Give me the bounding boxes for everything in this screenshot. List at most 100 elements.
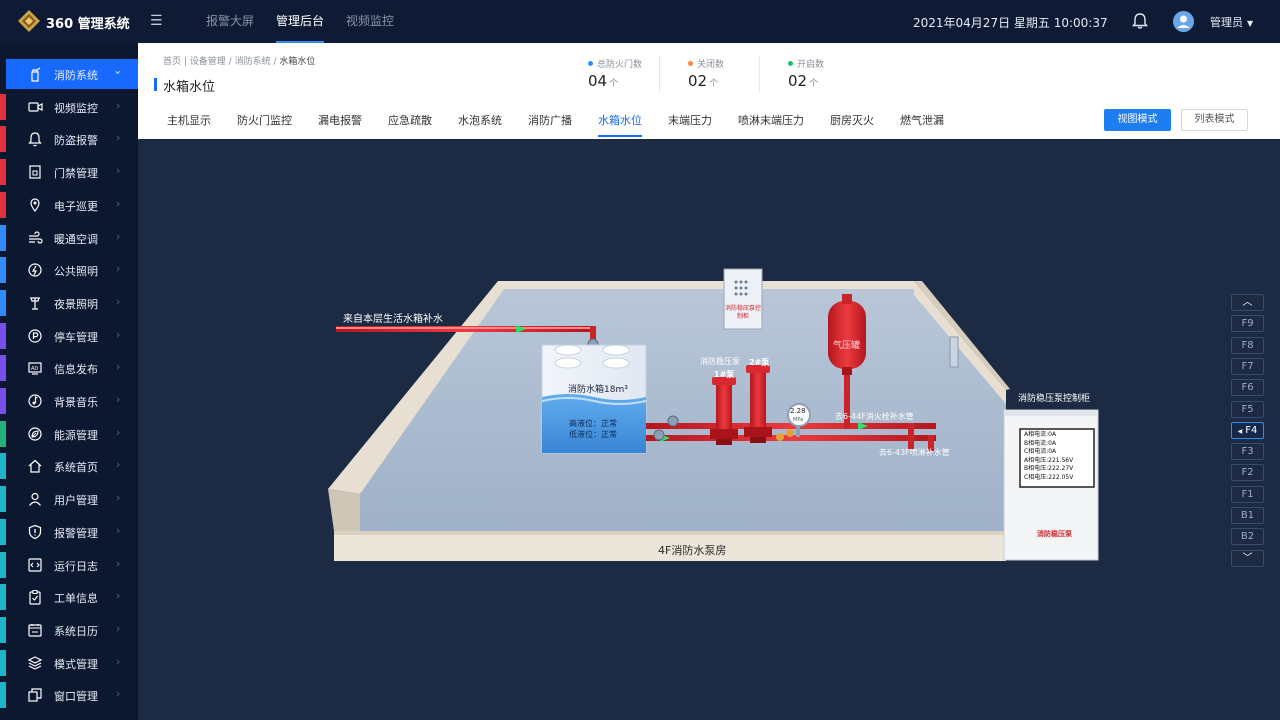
lamp-icon [30, 297, 40, 310]
cabinet-reading: B相电压:222.27V [1024, 465, 1074, 473]
chevron-right-icon: › [116, 131, 121, 145]
list-mode-button[interactable]: 列表模式 [1181, 109, 1248, 131]
tab-item[interactable]: 水箱水位 [585, 107, 655, 139]
chevron-right-icon: › [116, 164, 121, 178]
floor-button-f1[interactable]: F1 [1231, 485, 1264, 503]
floor-button-f2[interactable]: F2 [1231, 464, 1264, 482]
floor-button-f4[interactable]: ◀ F4 [1231, 421, 1264, 439]
chevron-right-icon: › [116, 523, 121, 537]
sidebar-item[interactable]: 工单信息 › [0, 582, 138, 612]
floor-button-f6[interactable]: F6 [1231, 379, 1264, 397]
sidebar-item[interactable]: 背景音乐 › [0, 386, 138, 416]
sidebar-item[interactable]: 防盗报警 › [0, 124, 138, 154]
datetime-display: 2021年04月27日 星期五 10:00:37 [913, 16, 1108, 30]
bell-icon[interactable] [1131, 12, 1149, 30]
door-lock-icon [29, 165, 41, 179]
bell-icon [28, 132, 42, 147]
top-bar: 360 管理系统 ☰ 报警大屏 管理后台 视频监控 2021年04月27日 星期… [0, 0, 1280, 43]
sidebar-item[interactable]: AD 信息发布 › [0, 353, 138, 383]
menu-fold-icon[interactable]: ☰ [150, 13, 163, 29]
sidebar-item[interactable]: 用户管理 › [0, 484, 138, 514]
sidebar-accent-bar [0, 289, 6, 316]
pump-room-scene: 来自本层生活水箱补水 消防水箱18m³ 高液位：正常 低液位：正常 消防稳压泵 … [138, 139, 1280, 720]
sidebar-item[interactable]: 报警管理 › [0, 517, 138, 547]
lightning-icon [28, 263, 42, 277]
sidebar-item-label: 视频监控 [54, 101, 98, 115]
breadcrumb-item[interactable]: 设备管理 [190, 57, 226, 67]
sidebar-item-label: 门禁管理 [54, 167, 98, 181]
chevron-right-icon: › [116, 458, 121, 472]
sidebar-accent-bar [0, 420, 6, 447]
sidebar-accent-bar [0, 126, 6, 153]
sidebar-item[interactable]: 系统日历 › [0, 615, 138, 645]
sidebar-accent-bar [0, 616, 6, 643]
breadcrumb-item[interactable]: 首页 [163, 57, 181, 67]
sidebar-item[interactable]: 窗口管理 › [0, 680, 138, 710]
floor-button-f7[interactable]: F7 [1231, 357, 1264, 375]
sidebar-item[interactable]: 夜景照明 › [0, 288, 138, 318]
floor-button-b1[interactable]: B1 [1231, 507, 1264, 524]
room-label: 4F消防水泵房 [658, 544, 727, 557]
sidebar-item[interactable]: 停车管理 › [0, 321, 138, 351]
cabinet-reading: A相电流:0A [1024, 431, 1057, 438]
sidebar-item[interactable]: 能源管理 › [0, 419, 138, 449]
calendar-icon [28, 623, 42, 637]
sidebar-item-label: 运行日志 [54, 559, 98, 573]
user-menu[interactable]: 管理员 ▼ [1210, 14, 1253, 30]
page-header: 首页 | 设备管理 / 消防系统 / 水箱水位 水箱水位 总防火门数 04 个 关… [138, 43, 1280, 139]
tab-item[interactable]: 末端压力 [655, 107, 725, 139]
topnav-item-alarm-screen[interactable]: 报警大屏 [195, 0, 265, 43]
tab-item[interactable]: 防火门监控 [224, 107, 305, 139]
stat-label: 关闭数 [697, 60, 725, 70]
sidebar-item[interactable]: 视频监控 › [0, 92, 138, 122]
tab-item[interactable]: 消防广播 [515, 107, 585, 139]
sidebar-accent-bar [0, 486, 6, 513]
chevron-right-icon: › [116, 393, 121, 406]
tab-item[interactable]: 厨房灭火 [817, 107, 887, 139]
sidebar-item[interactable]: 暖通空调 › [0, 223, 138, 253]
sidebar-item[interactable]: 系统首页 › [0, 451, 138, 481]
sidebar-item-label: 系统首页 [54, 461, 98, 475]
sidebar-accent-bar [0, 518, 6, 545]
tab-item[interactable]: 应急疏散 [375, 107, 445, 139]
wind-icon [29, 230, 43, 244]
sidebar-item[interactable]: 公共照明 › [0, 255, 138, 285]
chevron-right-icon: › [116, 621, 121, 635]
leaf-icon [28, 427, 42, 441]
floor-button-f3[interactable]: F3 [1231, 443, 1264, 461]
sidebar-item[interactable]: 消防系统 › [6, 59, 138, 89]
user-icon [29, 492, 41, 506]
floor-button-f8[interactable]: F8 [1231, 336, 1264, 354]
tab-item[interactable]: 水泡系统 [445, 107, 515, 139]
tab-item[interactable]: 燃气泄漏 [887, 107, 957, 139]
stat-value: 02 [688, 72, 708, 90]
sidebar-item-label: 公共照明 [54, 265, 98, 279]
floor-button-b2[interactable]: B2 [1231, 528, 1264, 546]
topnav-item-admin[interactable]: 管理后台 [265, 0, 335, 43]
tab-item[interactable]: 喷淋末端压力 [725, 107, 817, 139]
divider [659, 56, 660, 92]
cabinet-title: 消防稳压泵控制柜 [1018, 394, 1091, 404]
cabinet-reading: C相电流:0A [1024, 448, 1057, 456]
tab-item[interactable]: 漏电报警 [305, 107, 375, 139]
tab-item[interactable]: 主机显示 [154, 107, 224, 139]
sidebar-item[interactable]: 模式管理 › [0, 648, 138, 678]
floor-button-f9[interactable]: F9 [1231, 315, 1264, 333]
breadcrumb-item[interactable]: 消防系统 [235, 57, 271, 67]
floor-down-button[interactable]: ﹀ [1231, 549, 1264, 567]
sidebar-item-label: 背景音乐 [54, 396, 98, 409]
sidebar-item-label: 电子巡更 [54, 199, 98, 213]
avatar[interactable] [1173, 11, 1194, 32]
floor-button-f5[interactable]: F5 [1231, 400, 1264, 418]
floor-up-button[interactable]: ︿ [1231, 294, 1264, 311]
topnav-item-video[interactable]: 视频监控 [335, 0, 405, 43]
sidebar-accent-bar [0, 584, 6, 611]
sidebar-item[interactable]: 门禁管理 › [0, 157, 138, 187]
sidebar-item[interactable]: 电子巡更 › [0, 190, 138, 220]
stat-value: 04 [588, 72, 608, 90]
chevron-up-icon: ︿ [1242, 297, 1253, 308]
sidebar-item[interactable]: 运行日志 › [0, 550, 138, 580]
caret-down-icon: ▼ [1247, 19, 1254, 28]
stat-open: 开启数 02 个 [788, 53, 824, 90]
view-mode-button[interactable]: 视图模式 [1104, 109, 1171, 131]
